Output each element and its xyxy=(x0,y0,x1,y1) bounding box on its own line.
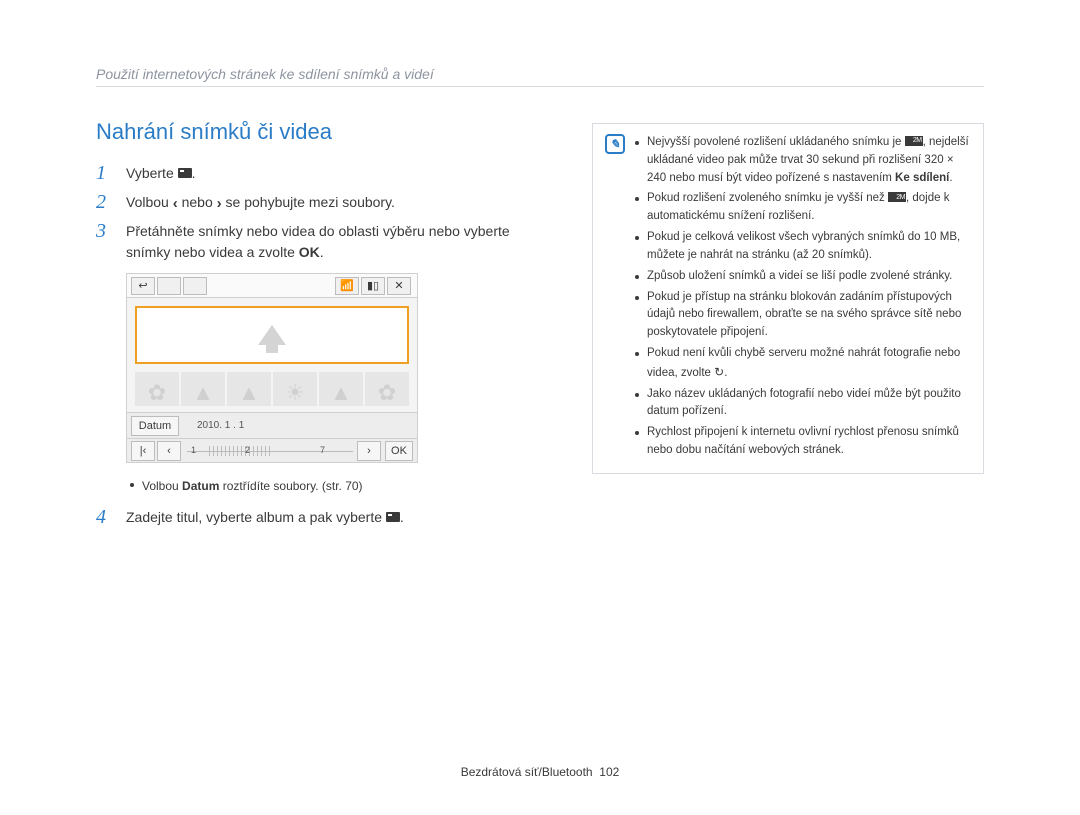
upload-arrow-icon xyxy=(258,325,286,345)
upload-icon xyxy=(178,168,192,178)
info-item: Pokud je přístup na stránku blokován zad… xyxy=(635,289,971,342)
step-1: 1 Vyberte . xyxy=(96,163,536,184)
step-text: Volbou xyxy=(126,194,173,210)
drop-area[interactable] xyxy=(135,306,409,364)
step-text: . xyxy=(320,244,324,260)
step-number: 4 xyxy=(96,507,110,528)
sub-bullet: Volbou Datum roztřídíte soubory. (str. 7… xyxy=(130,477,536,495)
device-toolbar: ↩ 📶 ▮▯ ✕ xyxy=(127,274,417,298)
resolution-icon xyxy=(905,136,923,146)
step-text: . xyxy=(192,165,196,181)
bullet-icon xyxy=(130,483,134,487)
info-keyword: Ke sdílení xyxy=(895,172,949,184)
thumbnail[interactable]: ✿ xyxy=(365,372,409,406)
info-text: Pokud rozlišení zvoleného snímku je vyšš… xyxy=(647,192,888,204)
date-sort-button[interactable]: Datum xyxy=(131,416,179,436)
right-column: ✎ Nejvyšší povolené rozlišení ukládaného… xyxy=(592,119,984,536)
info-text: Pokud je přístup na stránku blokován zad… xyxy=(647,291,961,339)
first-page-button[interactable]: |‹ xyxy=(131,441,155,461)
info-item: Jako název ukládaných fotografií nebo vi… xyxy=(635,386,971,422)
scale-num: 7 xyxy=(320,445,325,455)
page-number: 102 xyxy=(599,765,619,779)
step-number: 2 xyxy=(96,192,110,213)
back-button[interactable]: ↩ xyxy=(131,277,155,295)
section-title: Nahrání snímků či videa xyxy=(96,119,536,145)
info-item: Nejvyšší povolené rozlišení ukládaného s… xyxy=(635,134,971,187)
step-text: . xyxy=(400,509,404,525)
bullet-text: Volbou xyxy=(142,479,182,493)
upload-icon xyxy=(386,512,400,522)
info-item: Způsob uložení snímků a videí se liší po… xyxy=(635,268,971,286)
step-4: 4 Zadejte titul, vyberte album a pak vyb… xyxy=(96,507,536,528)
info-item: Pokud není kvůli chybě serveru možné nah… xyxy=(635,345,971,383)
scale-num: 2 xyxy=(245,445,250,455)
info-item: Rychlost připojení k internetu ovlivní r… xyxy=(635,424,971,460)
next-page-button[interactable]: › xyxy=(357,441,381,461)
info-icon: ✎ xyxy=(605,134,625,154)
battery-icon: ▮▯ xyxy=(361,277,385,295)
prev-page-button[interactable]: ‹ xyxy=(157,441,181,461)
info-text: . xyxy=(724,367,727,379)
info-text: Jako název ukládaných fotografií nebo vi… xyxy=(647,388,961,418)
info-text: Rychlost připojení k internetu ovlivní r… xyxy=(647,426,959,456)
bullet-keyword: Datum xyxy=(182,479,219,493)
signal-icon: 📶 xyxy=(335,277,359,295)
left-column: Nahrání snímků či videa 1 Vyberte . 2 Vo… xyxy=(96,119,536,536)
thumbnail[interactable]: ▲ xyxy=(181,372,225,406)
refresh-icon: ↻ xyxy=(714,363,724,382)
step-text: Vyberte xyxy=(126,165,178,181)
step-text: nebo xyxy=(178,194,217,210)
info-text: Pokud není kvůli chybě serveru možné nah… xyxy=(647,347,960,379)
info-text: Pokud je celková velikost všech vybranýc… xyxy=(647,231,960,261)
step-3: 3 Přetáhněte snímky nebo videa do oblast… xyxy=(96,221,536,263)
resolution-icon xyxy=(888,192,906,202)
page-footer: Bezdrátová síť/Bluetooth 102 xyxy=(0,765,1080,779)
step-text: Zadejte titul, vyberte album a pak vyber… xyxy=(126,509,386,525)
step-text: se pohybujte mezi soubory. xyxy=(222,194,395,210)
toolbar-button[interactable] xyxy=(157,277,181,295)
step-2: 2 Volbou ‹ nebo › se pohybujte mezi soub… xyxy=(96,192,536,213)
thumbnail[interactable]: ✿ xyxy=(135,372,179,406)
device-bottombar: Datum 2010. 1 . 1 xyxy=(127,412,417,438)
info-list: Nejvyšší povolené rozlišení ukládaného s… xyxy=(635,134,971,463)
info-item: Pokud rozlišení zvoleného snímku je vyšš… xyxy=(635,190,971,226)
toolbar-button[interactable] xyxy=(183,277,207,295)
close-button[interactable]: ✕ xyxy=(387,277,411,295)
bullet-text: roztřídíte soubory. (str. 70) xyxy=(219,479,362,493)
thumbnail[interactable]: ☀ xyxy=(273,372,317,406)
thumbnail-strip: ✿ ▲ ▲ ☀ ▲ ✿ xyxy=(135,372,409,406)
info-text: Nejvyšší povolené rozlišení ukládaného s… xyxy=(647,136,905,148)
ok-button[interactable]: OK xyxy=(385,441,413,461)
device-screenshot: ↩ 📶 ▮▯ ✕ ✿ ▲ ▲ ☀ ▲ ✿ xyxy=(126,273,418,463)
device-pager: |‹ ‹ 1 2 7 › OK xyxy=(127,438,417,462)
info-item: Pokud je celková velikost všech vybranýc… xyxy=(635,229,971,265)
breadcrumb: Použití internetových stránek ke sdílení… xyxy=(96,66,984,87)
scale-num: 1 xyxy=(191,445,196,455)
info-text: . xyxy=(949,172,952,184)
info-box: ✎ Nejvyšší povolené rozlišení ukládaného… xyxy=(592,123,984,474)
step-number: 3 xyxy=(96,221,110,263)
step-number: 1 xyxy=(96,163,110,184)
ok-text: OK xyxy=(299,244,320,260)
info-text: Způsob uložení snímků a videí se liší po… xyxy=(647,270,952,282)
page-scale[interactable]: 1 2 7 xyxy=(187,442,353,460)
thumbnail[interactable]: ▲ xyxy=(227,372,271,406)
current-date: 2010. 1 . 1 xyxy=(197,420,244,431)
thumbnail[interactable]: ▲ xyxy=(319,372,363,406)
footer-section: Bezdrátová síť/Bluetooth xyxy=(461,765,593,779)
